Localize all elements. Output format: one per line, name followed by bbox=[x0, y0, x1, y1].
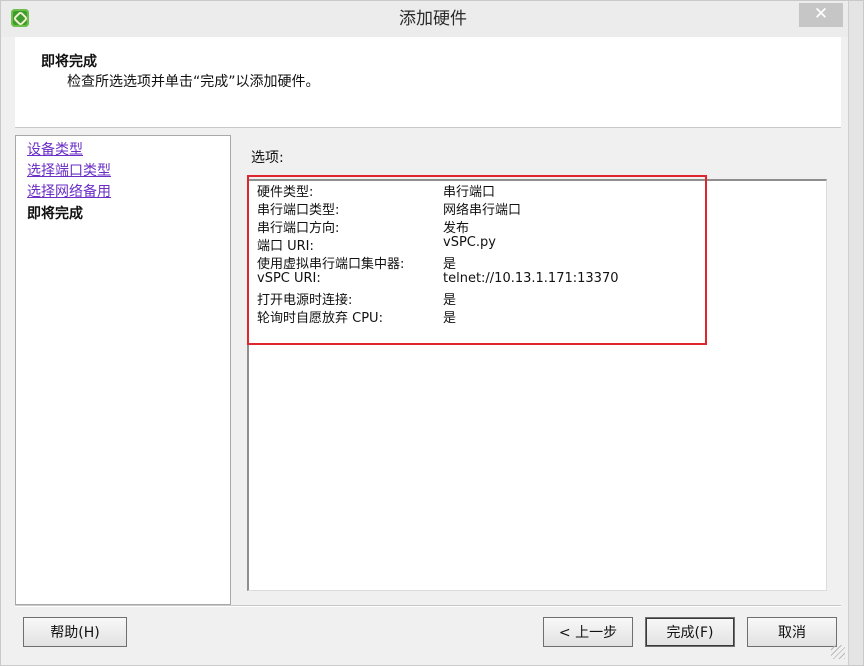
summary-key: 轮询时自愿放弃 CPU: bbox=[257, 311, 383, 326]
summary-key: 端口 URI: bbox=[257, 239, 314, 254]
summary-value: 是 bbox=[443, 293, 457, 308]
summary-value: telnet://10.13.1.171:13370 bbox=[443, 271, 619, 286]
cancel-button[interactable]: 取消 bbox=[747, 617, 837, 647]
nav-step-network-backing[interactable]: 选择网络备用 bbox=[27, 181, 111, 201]
summary-value: 网络串行端口 bbox=[443, 203, 522, 218]
summary-row-use-concentrator: 使用虚拟串行端口集中器: 是 bbox=[257, 253, 777, 272]
summary-row-hardware-type: 硬件类型: 串行端口 bbox=[257, 181, 777, 200]
window-title: 添加硬件 bbox=[399, 9, 467, 29]
options-label: 选项: bbox=[251, 150, 284, 166]
summary-row-connect-at-power-on: 打开电源时连接: 是 bbox=[257, 289, 777, 308]
summary-row-port-uri: 端口 URI: vSPC.py bbox=[257, 235, 777, 254]
close-button[interactable]: ✕ bbox=[799, 3, 843, 27]
add-hardware-dialog: 添加硬件 ✕ 即将完成 检查所选选项并单击“完成”以添加硬件。 设备类型 选择端… bbox=[0, 0, 864, 666]
title-bar: 添加硬件 ✕ bbox=[1, 1, 863, 37]
background-window-edge bbox=[848, 1, 863, 665]
summary-row-port-type: 串行端口类型: 网络串行端口 bbox=[257, 199, 777, 218]
nav-step-ready-to-complete: 即将完成 bbox=[27, 206, 83, 222]
page-title: 即将完成 bbox=[41, 54, 97, 70]
summary-row-port-direction: 串行端口方向: 发布 bbox=[257, 217, 777, 236]
page-subtitle: 检查所选选项并单击“完成”以添加硬件。 bbox=[67, 74, 320, 90]
resize-grip-icon[interactable] bbox=[831, 645, 845, 659]
summary-key: 串行端口方向: bbox=[257, 221, 340, 236]
summary-key: 硬件类型: bbox=[257, 185, 314, 200]
nav-step-device-type[interactable]: 设备类型 bbox=[27, 139, 83, 159]
summary-key: 使用虚拟串行端口集中器: bbox=[257, 257, 405, 272]
nav-step-port-type[interactable]: 选择端口类型 bbox=[27, 160, 111, 180]
back-button[interactable]: < 上一步 bbox=[543, 617, 633, 647]
finish-button[interactable]: 完成(F) bbox=[645, 617, 735, 647]
summary-row-vspc-uri: vSPC URI: telnet://10.13.1.171:13370 bbox=[257, 271, 777, 289]
summary-value: 是 bbox=[443, 311, 457, 326]
summary-value: 发布 bbox=[443, 221, 470, 236]
summary-key: 打开电源时连接: bbox=[257, 293, 353, 308]
summary-key: 串行端口类型: bbox=[257, 203, 340, 218]
summary-value: vSPC.py bbox=[443, 235, 496, 250]
summary-value: 串行端口 bbox=[443, 185, 496, 200]
footer-divider bbox=[15, 605, 841, 607]
summary-value: 是 bbox=[443, 257, 457, 272]
summary-key: vSPC URI: bbox=[257, 271, 321, 286]
wizard-header: 即将完成 检查所选选项并单击“完成”以添加硬件。 bbox=[15, 37, 841, 128]
summary-row-yield-cpu: 轮询时自愿放弃 CPU: 是 bbox=[257, 307, 777, 326]
help-button[interactable]: 帮助(H) bbox=[23, 617, 127, 647]
